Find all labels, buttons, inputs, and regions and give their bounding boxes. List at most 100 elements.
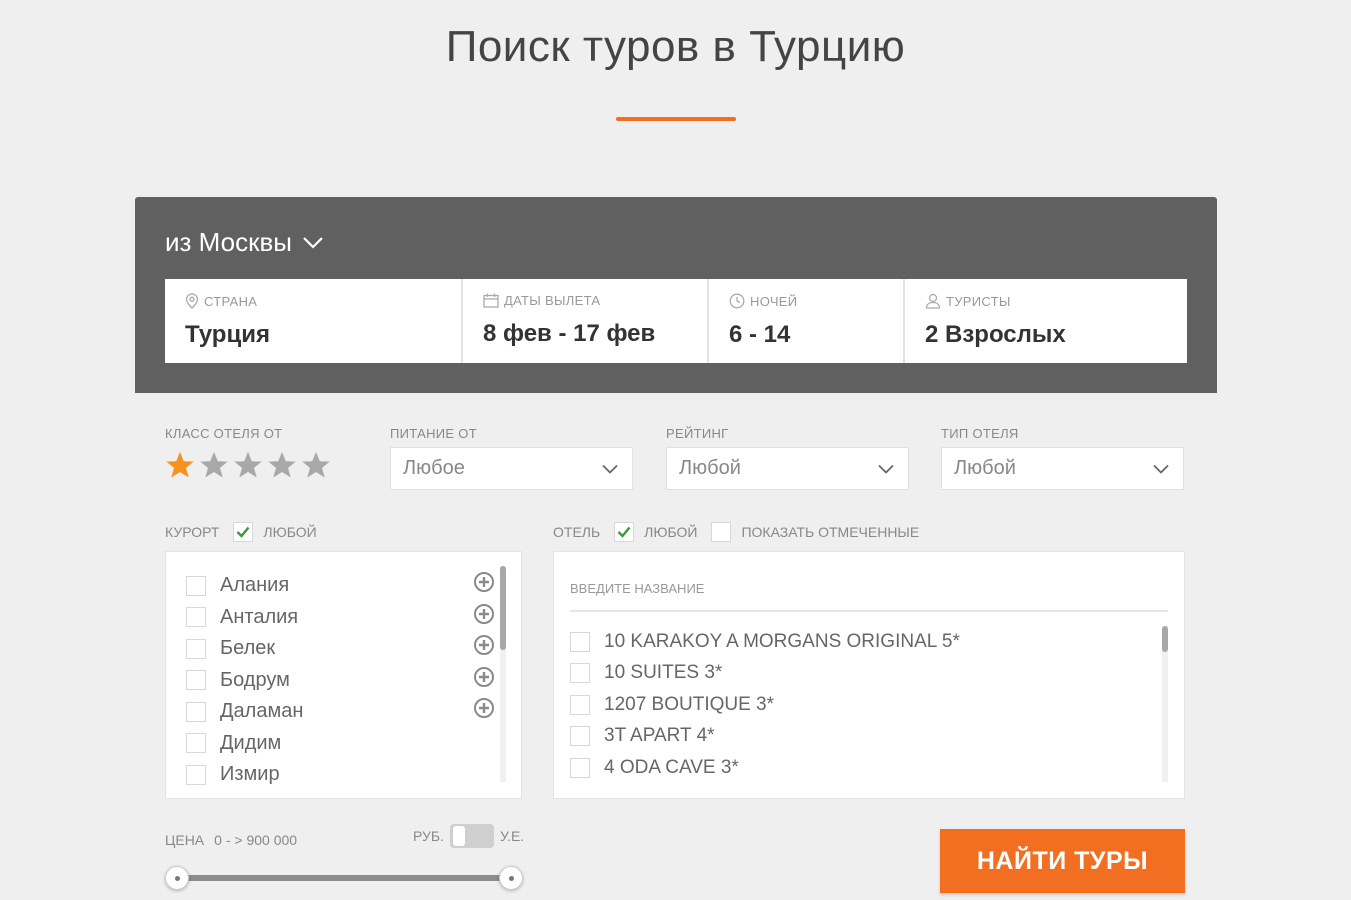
hotel-name: 10 SUITES 3* [604,662,723,684]
hotel-checkbox[interactable] [570,694,590,715]
list-item[interactable]: 10 SUITES 3* [570,658,960,690]
hotel-search-input[interactable] [570,566,1168,612]
list-item[interactable]: 10 KARAKOY A MORGANS ORIGINAL 5* [570,626,960,658]
departure-label: из Москвы [165,227,292,257]
list-item[interactable]: Даламан [186,696,303,728]
country-field[interactable]: Страна Турция [165,279,463,363]
checkmark-icon [617,526,631,538]
dates-label: Даты вылета [504,293,601,308]
resort-label: Курорт [165,524,220,540]
page-title: Поиск туров в Турцию [445,22,906,71]
location-pin-icon [185,293,199,309]
hotel-type-label: Тип отеля [941,426,1019,441]
hotel-type-value: Любой [954,457,1016,479]
hotel-checkbox[interactable] [570,757,590,778]
price-slider-min-handle[interactable] [165,866,189,890]
hotel-class-label: Класс отеля от [165,426,283,441]
rating-select[interactable]: Любой [666,447,909,490]
price-range-text: Цена 0 - > 900 000 [165,832,297,848]
hotel-name: 3T APART 4* [604,725,715,747]
list-item[interactable]: Бодрум [186,665,303,697]
show-marked-checkbox[interactable] [711,522,732,542]
currency-toggle[interactable] [450,824,495,848]
list-item[interactable]: 3T APART 4* [570,721,960,753]
hotel-name: 1207 BOUTIQUE 3* [604,693,775,715]
currency-ue-label: У.Е. [500,828,525,844]
resort-checkbox[interactable] [186,733,206,754]
hotel-scrollbar-thumb[interactable] [1162,626,1168,652]
resort-any-label: любой [263,524,317,540]
hotel-list-box: 10 KARAKOY A MORGANS ORIGINAL 5* 10 SUIT… [553,551,1185,799]
resort-checkbox[interactable] [186,638,206,659]
hotel-label: Отель [553,524,601,540]
resort-scrollbar-thumb[interactable] [500,566,506,650]
star-icon[interactable] [165,450,195,480]
resort-name: Алания [220,574,290,597]
expand-plus-icon[interactable] [473,603,495,625]
resort-name: Дидим [220,731,282,754]
resort-checkbox[interactable] [186,607,206,628]
dates-field[interactable]: Даты вылета 8 фев - 17 фев [463,279,709,363]
hotel-list: 10 KARAKOY A MORGANS ORIGINAL 5* 10 SUIT… [570,626,960,784]
hotel-class-stars[interactable] [165,450,331,480]
show-marked-label: показать отмеченные [741,524,920,540]
hotel-type-select[interactable]: Любой [941,447,1184,490]
hotel-checkbox[interactable] [570,631,590,652]
star-icon[interactable] [199,450,229,480]
tourists-field[interactable]: Туристы 2 Взрослых [905,279,1187,363]
hotel-checkbox[interactable] [570,663,590,684]
list-item[interactable]: 1207 BOUTIQUE 3* [570,689,960,721]
resort-checkbox[interactable] [186,575,206,596]
resort-name: Белек [220,637,276,660]
tourists-value: 2 Взрослых [925,321,1066,348]
expand-plus-icon[interactable] [473,571,495,593]
hotel-any-checkbox[interactable] [614,522,635,542]
list-item[interactable]: Алания [186,570,303,602]
nights-value: 6 - 14 [729,321,791,348]
price-slider-max-handle[interactable] [499,866,523,890]
chevron-down-icon [602,464,618,474]
list-item[interactable]: Анталия [186,602,303,634]
meal-label: Питание от [390,426,477,441]
list-item[interactable]: 4 ODA CAVE 3* [570,752,960,784]
find-tours-button[interactable]: НАЙТИ ТУРЫ [940,829,1185,893]
price-slider [165,864,525,892]
hotel-name: 10 KARAKOY A MORGANS ORIGINAL 5* [604,630,960,652]
departure-selector[interactable]: из Москвы [165,227,324,258]
hotel-checkbox[interactable] [570,726,590,747]
chevron-down-icon [878,464,894,474]
hotel-any-label: любой [644,524,698,540]
person-icon [925,293,941,309]
expand-plus-icon[interactable] [473,634,495,656]
hotel-name: 4 ODA CAVE 3* [604,756,739,778]
price-slider-track[interactable] [177,875,513,881]
hotel-header: Отель любой показать отмеченные [553,522,919,542]
resort-checkbox[interactable] [186,764,206,785]
price-label: Цена [165,832,205,848]
resort-header: Курорт любой [165,522,317,542]
country-label: Страна [204,293,258,309]
nights-field[interactable]: Ночей 6 - 14 [709,279,905,363]
star-icon[interactable] [267,450,297,480]
toggle-knob [453,826,466,846]
resort-name: Даламан [220,700,304,723]
resort-any-checkbox[interactable] [233,522,254,542]
resort-list-box: Алания Анталия Белек Бодрум Даламан Диди… [165,551,522,799]
meal-select[interactable]: Любое [390,447,633,490]
resort-checkbox[interactable] [186,701,206,722]
resort-name: Измир [220,763,280,786]
title-underline [616,117,736,121]
expand-plus-icon[interactable] [473,666,495,688]
list-item[interactable]: Измир [186,759,303,791]
list-item[interactable]: Дидим [186,728,303,760]
search-panel: из Москвы Страна Турция Даты вылета 8 фе… [135,197,1217,393]
list-item[interactable]: Белек [186,633,303,665]
resort-checkbox[interactable] [186,670,206,691]
country-value: Турция [185,321,270,348]
expand-plus-icon[interactable] [473,697,495,719]
tourists-label: Туристы [946,293,1011,309]
star-icon[interactable] [301,450,331,480]
price-range-value: 0 - > 900 000 [214,832,298,848]
star-icon[interactable] [233,450,263,480]
checkmark-icon [237,526,250,538]
